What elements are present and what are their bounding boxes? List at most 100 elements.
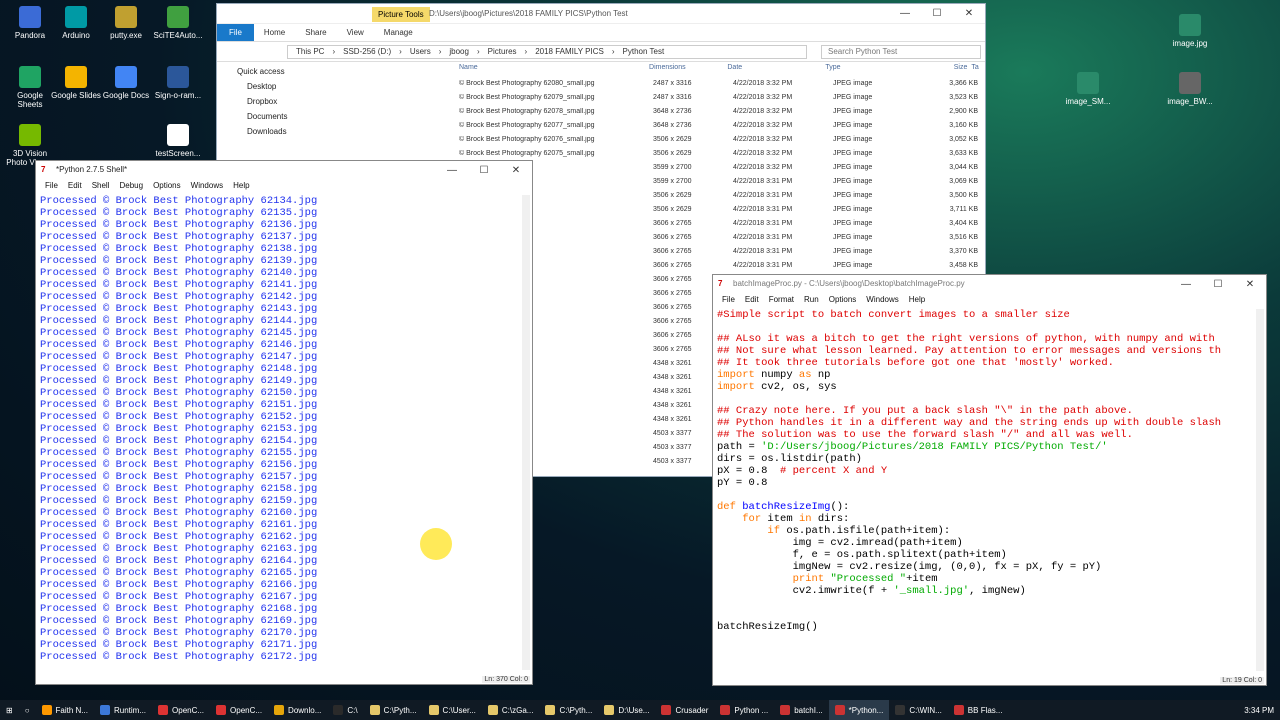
taskbar-item[interactable]: C:\ bbox=[327, 700, 363, 720]
desktop-icon[interactable]: Arduino bbox=[50, 6, 102, 40]
desktop-icon[interactable]: image_BW... bbox=[1164, 72, 1216, 106]
file-row[interactable]: graphy 62068_small.jpg3606 x 27654/22/20… bbox=[453, 244, 987, 258]
taskbar-item[interactable]: C:\Pyth... bbox=[539, 700, 598, 720]
nav-item-documents[interactable]: Documents bbox=[217, 109, 437, 124]
taskbar-item[interactable]: C:\User... bbox=[423, 700, 482, 720]
start-button[interactable]: ⊞ bbox=[0, 700, 19, 720]
menu-windows[interactable]: Windows bbox=[186, 179, 228, 193]
maximize-icon[interactable]: ☐ bbox=[921, 4, 953, 24]
minimize-icon[interactable]: — bbox=[436, 161, 468, 181]
file-row[interactable]: graphy 62074_small.jpg3599 x 27004/22/20… bbox=[453, 160, 987, 174]
breadcrumb[interactable]: This PC › SSD-256 (D:) › Users › jboog › Picture… bbox=[287, 44, 807, 59]
menu-edit[interactable]: Edit bbox=[63, 179, 87, 193]
desktop-icon[interactable]: image.jpg bbox=[1164, 14, 1216, 48]
desktop-icon[interactable]: Sign-o-ram... bbox=[152, 66, 204, 100]
explorer-titlebar[interactable]: Picture Tools D:\Users\jboog\Pictures\20… bbox=[217, 4, 985, 24]
taskbar-item[interactable]: OpenC... bbox=[210, 700, 268, 720]
taskbar-item[interactable]: Faith N... bbox=[36, 700, 94, 720]
taskbar-item[interactable]: C:\WIN... bbox=[889, 700, 947, 720]
breadcrumb-item[interactable]: Pictures bbox=[484, 47, 521, 56]
file-row[interactable]: graphy 62072_small.jpg3506 x 26294/22/20… bbox=[453, 188, 987, 202]
desktop-icon[interactable]: Google Sheets bbox=[4, 66, 56, 109]
menu-file[interactable]: File bbox=[717, 293, 740, 307]
ribbon-tab-share[interactable]: Share bbox=[295, 28, 336, 37]
menu-debug[interactable]: Debug bbox=[114, 179, 148, 193]
taskbar-item[interactable]: *Python... bbox=[828, 700, 890, 720]
breadcrumb-item[interactable]: jboog bbox=[445, 47, 473, 56]
column-header[interactable]: Date bbox=[727, 64, 825, 76]
ribbon-tab-file[interactable]: File bbox=[217, 24, 254, 41]
file-row[interactable]: graphy 62070_small.jpg3606 x 27654/22/20… bbox=[453, 216, 987, 230]
file-row[interactable]: © Brock Best Photography 62080_small.jpg… bbox=[453, 76, 987, 90]
file-row[interactable]: © Brock Best Photography 62079_small.jpg… bbox=[453, 90, 987, 104]
column-header[interactable]: Dimensions bbox=[649, 64, 727, 76]
menu-options[interactable]: Options bbox=[148, 179, 186, 193]
search-input[interactable]: Search Python Test bbox=[821, 44, 981, 59]
taskbar-item[interactable]: BB Flas... bbox=[948, 700, 1009, 720]
taskbar-item[interactable]: D:\Use... bbox=[598, 700, 655, 720]
desktop-icon[interactable]: testScreen... bbox=[152, 124, 204, 158]
nav-item-desktop[interactable]: Desktop bbox=[217, 79, 437, 94]
editor-scrollbar[interactable] bbox=[1256, 309, 1264, 671]
taskbar-item[interactable]: C:\zGa... bbox=[482, 700, 540, 720]
breadcrumb-item[interactable]: SSD-256 (D:) bbox=[339, 47, 395, 56]
nav-item-dropbox[interactable]: Dropbox bbox=[217, 94, 437, 109]
file-row[interactable]: graphy 62067_small.jpg3606 x 27654/22/20… bbox=[453, 258, 987, 272]
menu-run[interactable]: Run bbox=[799, 293, 824, 307]
close-icon[interactable]: ✕ bbox=[500, 161, 532, 181]
desktop-icon[interactable]: Pandora bbox=[4, 6, 56, 40]
menu-format[interactable]: Format bbox=[764, 293, 799, 307]
breadcrumb-item[interactable]: 2018 FAMILY PICS bbox=[531, 47, 608, 56]
taskbar-item[interactable]: C:\Pyth... bbox=[364, 700, 423, 720]
file-row[interactable]: graphy 62069_small.jpg3606 x 27654/22/20… bbox=[453, 230, 987, 244]
shell-titlebar[interactable]: 7 *Python 2.7.5 Shell* — ☐ ✕ bbox=[36, 161, 532, 179]
shell-scrollbar[interactable] bbox=[522, 195, 530, 670]
menu-windows[interactable]: Windows bbox=[861, 293, 903, 307]
menu-help[interactable]: Help bbox=[228, 179, 254, 193]
close-icon[interactable]: ✕ bbox=[1234, 275, 1266, 295]
file-row[interactable]: graphy 62071_small.jpg3506 x 26294/22/20… bbox=[453, 202, 987, 216]
menu-edit[interactable]: Edit bbox=[740, 293, 764, 307]
column-header[interactable]: Name bbox=[453, 64, 649, 76]
nav-item-quick-access[interactable]: Quick access bbox=[217, 64, 437, 79]
menu-help[interactable]: Help bbox=[904, 293, 930, 307]
ribbon-tab-home[interactable]: Home bbox=[254, 28, 295, 37]
desktop-icon[interactable]: SciTE4Auto... bbox=[152, 6, 204, 40]
taskbar-item[interactable]: OpenC... bbox=[152, 700, 210, 720]
desktop-icon[interactable]: image_SM... bbox=[1062, 72, 1114, 106]
minimize-icon[interactable]: — bbox=[889, 4, 921, 24]
taskbar-item[interactable]: batchI... bbox=[774, 700, 828, 720]
menu-options[interactable]: Options bbox=[824, 293, 862, 307]
menu-shell[interactable]: Shell bbox=[87, 179, 115, 193]
editor-titlebar[interactable]: 7 batchImageProc.py - C:\Users\jboog\Des… bbox=[713, 275, 1266, 293]
taskbar-item[interactable]: Crusader bbox=[655, 700, 714, 720]
close-icon[interactable]: ✕ bbox=[953, 4, 985, 24]
maximize-icon[interactable]: ☐ bbox=[468, 161, 500, 181]
taskbar-item[interactable]: Runtim... bbox=[94, 700, 152, 720]
column-header[interactable]: Ta bbox=[967, 64, 987, 76]
desktop-icon[interactable]: Google Slides bbox=[50, 66, 102, 100]
search-button[interactable]: ○ bbox=[19, 700, 36, 720]
file-row[interactable]: © Brock Best Photography 62076_small.jpg… bbox=[453, 132, 987, 146]
editor-window[interactable]: 7 batchImageProc.py - C:\Users\jboog\Des… bbox=[712, 274, 1267, 686]
code-area[interactable]: #Simple script to batch convert images t… bbox=[717, 309, 1254, 671]
ribbon-tab-view[interactable]: View bbox=[337, 28, 374, 37]
minimize-icon[interactable]: — bbox=[1170, 275, 1202, 295]
column-header[interactable]: Size bbox=[913, 64, 968, 76]
breadcrumb-item[interactable]: This PC bbox=[292, 47, 328, 56]
file-row[interactable]: © Brock Best Photography 62075_small.jpg… bbox=[453, 146, 987, 160]
shell-output[interactable]: Processed © Brock Best Photography 62134… bbox=[40, 195, 520, 670]
menu-file[interactable]: File bbox=[40, 179, 63, 193]
file-row[interactable]: graphy 62073_small.jpg3599 x 27004/22/20… bbox=[453, 174, 987, 188]
breadcrumb-item[interactable]: Python Test bbox=[619, 47, 669, 56]
column-header[interactable]: Type bbox=[825, 64, 913, 76]
clock[interactable]: 3:34 PM bbox=[1238, 700, 1280, 720]
breadcrumb-item[interactable]: Users bbox=[406, 47, 435, 56]
desktop-icon[interactable]: Google Docs bbox=[100, 66, 152, 100]
taskbar-item[interactable]: Python ... bbox=[714, 700, 774, 720]
ribbon-tab-manage[interactable]: Manage bbox=[374, 28, 423, 37]
python-shell-window[interactable]: 7 *Python 2.7.5 Shell* — ☐ ✕ File Edit She… bbox=[35, 160, 533, 685]
taskbar-item[interactable]: Downlo... bbox=[268, 700, 327, 720]
nav-item-downloads[interactable]: Downloads bbox=[217, 124, 437, 139]
file-row[interactable]: © Brock Best Photography 62078_small.jpg… bbox=[453, 104, 987, 118]
